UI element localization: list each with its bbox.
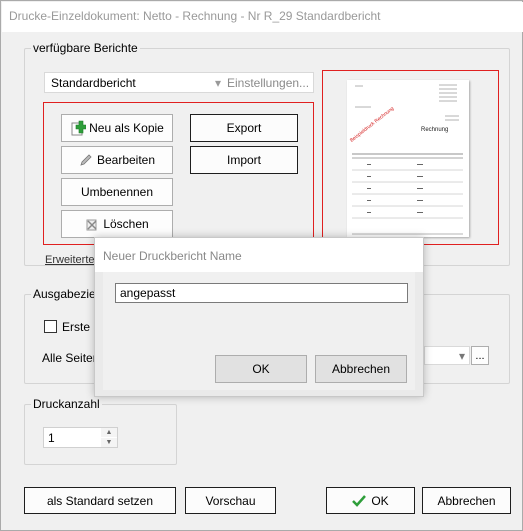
dialog-title: Neuer Druckbericht Name — [103, 249, 242, 263]
reports-group-label: verfügbare Berichte — [31, 41, 140, 55]
delete-button[interactable]: Löschen — [61, 210, 173, 238]
report-preview-page — [347, 80, 469, 237]
export-label: Export — [226, 121, 262, 135]
dialog-cancel-button[interactable]: Abbrechen — [315, 355, 407, 383]
rename-label: Umbenennen — [80, 185, 154, 199]
dialog-ok-button[interactable]: OK — [215, 355, 307, 383]
report-name-value: angepasst — [120, 286, 176, 300]
new-report-name-dialog: Neuer Druckbericht Name angepasst OK Abb… — [94, 237, 424, 397]
delete-label: Löschen — [103, 217, 149, 231]
settings-link[interactable]: Einstellungen... — [227, 76, 309, 90]
browse-label: ... — [475, 349, 485, 362]
edit-label: Bearbeiten — [96, 153, 156, 167]
output-group-label: Ausgabeziel — [31, 287, 101, 301]
set-default-button[interactable]: als Standard setzen — [24, 487, 176, 514]
import-button[interactable]: Import — [190, 146, 298, 174]
dialog-body: angepasst OK Abbrechen — [103, 272, 415, 390]
ok-button[interactable]: OK — [326, 487, 415, 514]
dialog-cancel-label: Abbrechen — [331, 362, 391, 376]
set-default-label: als Standard setzen — [46, 493, 154, 508]
preview-doc-title: Rechnung — [421, 127, 449, 133]
rename-button[interactable]: Umbenennen — [61, 178, 173, 206]
chevron-down-icon[interactable]: ▾ — [211, 73, 225, 92]
pencil-icon — [79, 153, 93, 167]
new-copy-button[interactable]: Neu als Kopie — [61, 114, 173, 142]
dialog-ok-label: OK — [252, 362, 270, 376]
import-label: Import — [226, 153, 261, 167]
print-count-value: 1 — [48, 430, 55, 445]
new-copy-label: Neu als Kopie — [89, 121, 164, 135]
edit-button[interactable]: Bearbeiten — [61, 146, 173, 174]
spin-down-icon[interactable]: ▼ — [101, 438, 117, 447]
main-window: Drucke-Einzeldokument: Netto - Rechnung … — [0, 0, 523, 531]
dialog-title-bar: Neuer Druckbericht Name — [95, 238, 423, 272]
window-title: Drucke-Einzeldokument: Netto - Rechnung … — [9, 9, 381, 23]
export-button[interactable]: Export — [190, 114, 298, 142]
report-name-input[interactable]: angepasst — [115, 283, 408, 303]
checkmark-icon — [352, 494, 367, 507]
add-icon — [70, 120, 87, 136]
advanced-link[interactable]: Erweiterte — [45, 254, 95, 266]
preview-label: Vorschau — [205, 493, 256, 508]
ok-label: OK — [371, 493, 389, 508]
preview-button[interactable]: Vorschau — [185, 487, 276, 514]
delete-icon — [85, 217, 99, 231]
print-count-group-label: Druckanzahl — [31, 397, 102, 411]
browse-button[interactable]: ... — [471, 346, 489, 365]
chevron-down-icon[interactable]: ▾ — [456, 347, 468, 364]
cancel-label: Abbrechen — [437, 493, 496, 508]
first-page-checkbox[interactable] — [44, 320, 57, 333]
spin-up-icon[interactable]: ▲ — [101, 428, 117, 437]
cancel-button[interactable]: Abbrechen — [422, 487, 511, 514]
report-select-value: Standardbericht — [51, 75, 136, 90]
